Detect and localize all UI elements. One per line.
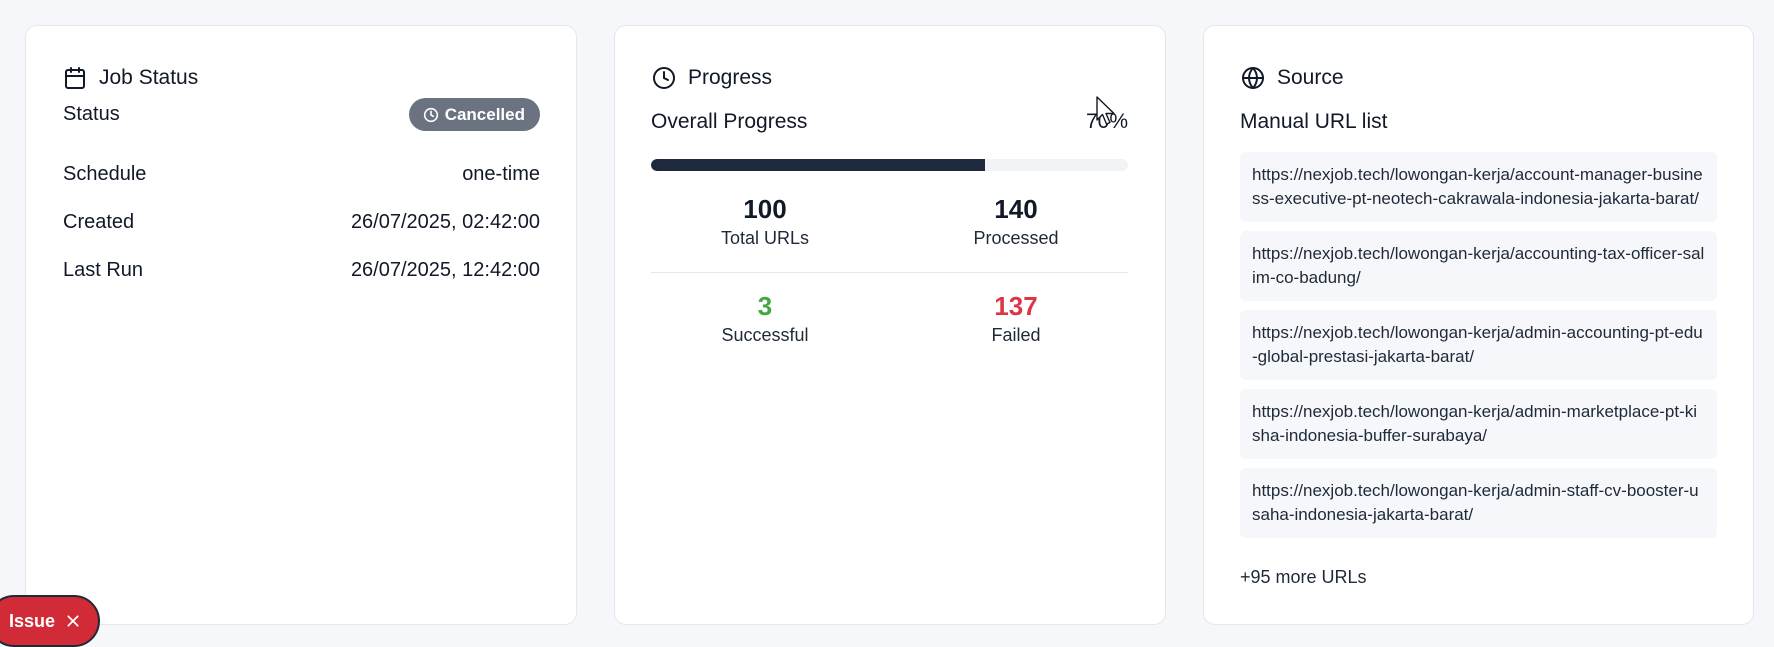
last-run-label: Last Run	[63, 259, 144, 281]
total-urls-stat: 100 Total URLs	[665, 194, 865, 249]
schedule-row: Schedule one-time	[63, 163, 540, 186]
close-icon[interactable]	[65, 613, 81, 629]
source-header: Source	[1241, 66, 1344, 90]
progress-header: Progress	[652, 66, 772, 90]
successful-label: Successful	[721, 325, 809, 345]
successful-value: 3	[757, 291, 773, 321]
job-status-card: Job Status Status Cancelled Schedule one…	[25, 25, 577, 625]
clock-icon	[653, 67, 675, 89]
stats-divider	[651, 272, 1128, 273]
schedule-value: one-time	[462, 163, 540, 185]
total-urls-value: 100	[743, 194, 787, 224]
last-run-value: 26/07/2025, 12:42:00	[350, 259, 540, 281]
overall-progress-row: Overall Progress 70%	[651, 110, 1128, 134]
issue-label[interactable]: Issue	[9, 611, 55, 632]
issue-pill[interactable]: Issue	[0, 595, 100, 647]
created-row: Created 26/07/2025, 02:42:00	[63, 211, 540, 234]
failed-label: Failed	[991, 325, 1041, 345]
source-title: Source	[1277, 66, 1344, 89]
processed-label: Processed	[973, 228, 1059, 248]
job-status-title: Job Status	[99, 66, 199, 89]
url-item: https://nexjob.tech/lowongan-kerja/admin…	[1240, 468, 1717, 538]
url-item: https://nexjob.tech/lowongan-kerja/admin…	[1240, 389, 1717, 459]
created-label: Created	[63, 211, 135, 233]
url-item: https://nexjob.tech/lowongan-kerja/accou…	[1240, 231, 1717, 301]
status-row: Status Cancelled	[63, 98, 540, 131]
total-urls-label: Total URLs	[720, 228, 810, 248]
last-run-row: Last Run 26/07/2025, 12:42:00	[63, 259, 540, 282]
globe-icon	[1242, 67, 1264, 89]
failed-value: 137	[994, 291, 1038, 321]
failed-stat: 137 Failed	[916, 291, 1116, 346]
url-list-title: Manual URL list	[1240, 110, 1388, 133]
status-label: Status	[63, 103, 120, 125]
url-item: https://nexjob.tech/lowongan-kerja/accou…	[1240, 152, 1717, 222]
url-item: https://nexjob.tech/lowongan-kerja/admin…	[1240, 310, 1717, 380]
clock-icon	[423, 107, 438, 122]
progress-title: Progress	[688, 66, 773, 89]
url-list: https://nexjob.tech/lowongan-kerja/accou…	[1240, 152, 1717, 547]
processed-value: 140	[994, 194, 1038, 224]
overall-progress-label: Overall Progress	[651, 110, 808, 133]
mouse-cursor-icon	[1096, 96, 1115, 125]
created-value: 26/07/2025, 02:42:00	[350, 211, 540, 233]
status-badge: Cancelled	[408, 98, 540, 131]
progress-card: Progress Overall Progress 70% 100 Total …	[614, 25, 1166, 625]
progress-bar-fill	[651, 159, 985, 171]
calendar-icon	[65, 67, 85, 89]
source-card: Source Manual URL list https://nexjob.te…	[1203, 25, 1754, 625]
progress-bar	[651, 159, 1128, 171]
schedule-label: Schedule	[63, 163, 147, 185]
job-status-header: Job Status	[63, 66, 198, 90]
more-urls-link[interactable]: +95 more URLs	[1240, 567, 1367, 588]
status-badge-label: Cancelled	[444, 104, 525, 124]
processed-stat: 140 Processed	[916, 194, 1116, 249]
successful-stat: 3 Successful	[665, 291, 865, 346]
